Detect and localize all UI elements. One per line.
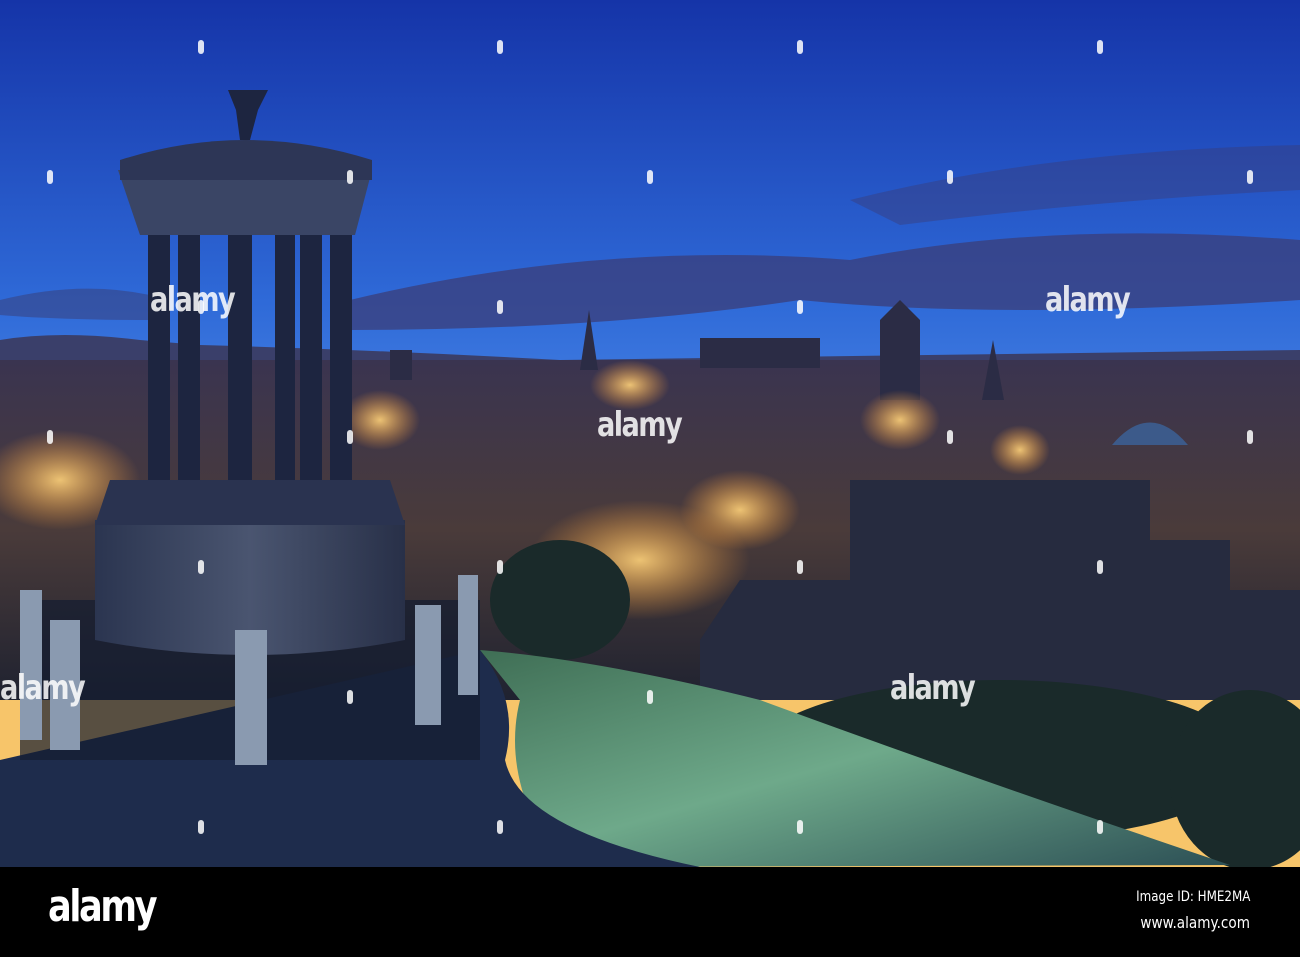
watermark-text: alamy xyxy=(150,280,236,320)
watermark-text: alamy xyxy=(597,405,683,445)
watermark-dot xyxy=(797,300,803,314)
watermark-dot xyxy=(198,40,204,54)
watermark-dot xyxy=(198,300,204,314)
stock-photo-page: alamy alamy alamy alamy alamy alamy Imag… xyxy=(0,0,1300,957)
watermark-dot xyxy=(497,300,503,314)
watermark-dot xyxy=(647,690,653,704)
watermark-dot xyxy=(47,170,53,184)
watermark-dot xyxy=(797,820,803,834)
watermark-dot xyxy=(947,170,953,184)
watermark-text: alamy xyxy=(0,668,86,708)
watermark-dot xyxy=(347,690,353,704)
watermark-text: alamy xyxy=(890,668,976,708)
watermark-dot xyxy=(1097,820,1103,834)
watermark-dot xyxy=(497,40,503,54)
watermark-dot xyxy=(1097,40,1103,54)
watermark-dot xyxy=(1247,170,1253,184)
watermark-dot xyxy=(497,820,503,834)
watermark-dot xyxy=(797,40,803,54)
watermark-dot xyxy=(797,560,803,574)
watermark-dot xyxy=(47,430,53,444)
alamy-logo: alamy xyxy=(48,881,158,932)
image-id: Image ID: HME2MA xyxy=(1135,889,1250,905)
watermark-dot xyxy=(347,170,353,184)
watermark-dot xyxy=(647,170,653,184)
website-link[interactable]: www.alamy.com xyxy=(1140,913,1250,932)
watermark-dot xyxy=(497,560,503,574)
watermark-dot xyxy=(198,820,204,834)
watermark-dot xyxy=(198,560,204,574)
watermark-dot xyxy=(1247,430,1253,444)
watermark-dot xyxy=(947,430,953,444)
watermark-text: alamy xyxy=(1045,280,1131,320)
watermark-dot xyxy=(347,430,353,444)
footer-bar: alamy Image ID: HME2MA www.alamy.com xyxy=(0,867,1300,957)
watermark-dot xyxy=(1097,560,1103,574)
